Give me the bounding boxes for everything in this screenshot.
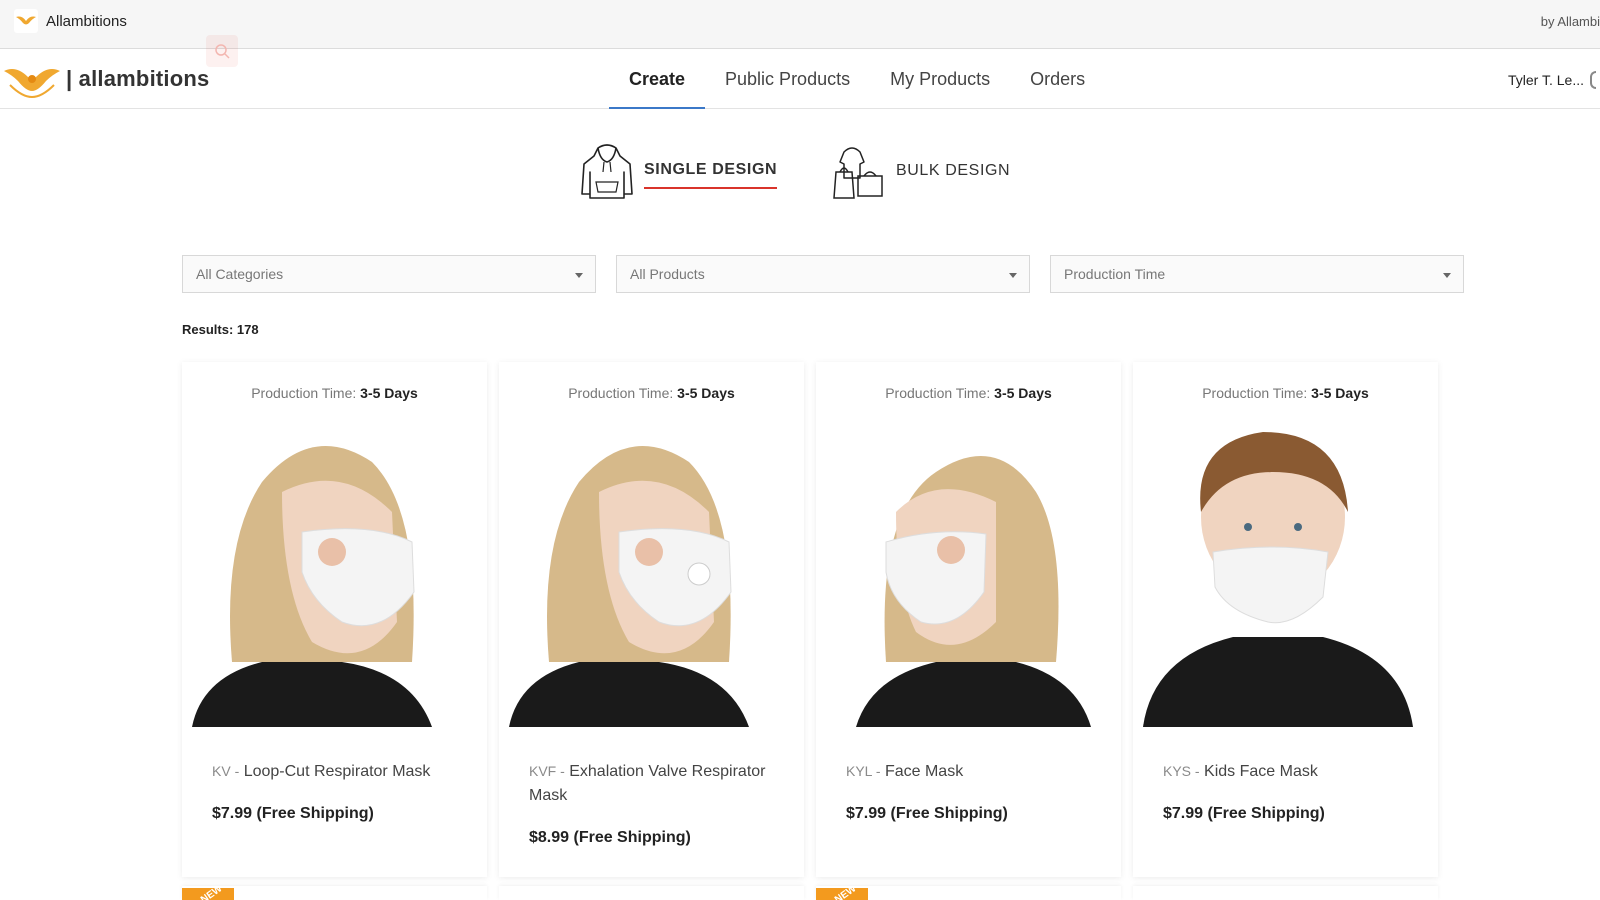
tab-create[interactable]: Create	[609, 49, 706, 109]
product-card[interactable]	[1133, 886, 1438, 900]
category-select-value: All Categories	[196, 266, 284, 282]
product-name: KV - Loop-Cut Respirator Mask	[212, 759, 462, 784]
eagle-logo-icon	[4, 69, 60, 99]
caret-down-icon	[1009, 273, 1017, 278]
product-select-value: All Products	[630, 266, 705, 282]
product-image	[509, 422, 794, 727]
production-time: Production Time: 3-5 Days	[1133, 385, 1438, 401]
production-time: Production Time: 3-5 Days	[182, 385, 487, 401]
results-count: Results: 178	[182, 322, 259, 337]
production-time-value: 3-5 Days	[677, 385, 735, 401]
product-code: KVF -	[529, 763, 565, 779]
category-select[interactable]: All Categories	[182, 255, 596, 293]
bulk-products-icon	[833, 147, 883, 199]
production-time-select[interactable]: Production Time	[1050, 255, 1464, 293]
user-menu[interactable]: Tyler T. Le...	[1508, 71, 1596, 89]
single-design-label: SINGLE DESIGN	[644, 153, 778, 189]
production-time-label: Production Time:	[251, 385, 357, 401]
product-image	[1143, 422, 1428, 727]
single-design-option[interactable]: SINGLE DESIGN	[580, 142, 778, 200]
product-price: $7.99 (Free Shipping)	[1163, 805, 1325, 822]
product-title: Loop-Cut Respirator Mask	[243, 763, 431, 780]
product-title: Face Mask	[884, 763, 964, 780]
product-card[interactable]	[499, 886, 804, 900]
production-time-select-value: Production Time	[1064, 266, 1166, 282]
search-icon	[215, 44, 230, 59]
product-code: KV -	[212, 763, 240, 779]
product-title: Kids Face Mask	[1204, 763, 1318, 780]
window-byline: by Allambi	[1540, 14, 1600, 29]
tab-public-products[interactable]: Public Products	[705, 49, 870, 109]
product-image	[192, 422, 477, 727]
product-code: KYL -	[846, 763, 881, 779]
production-time: Production Time: 3-5 Days	[816, 385, 1121, 401]
new-badge-label: NEW	[198, 888, 225, 900]
product-price: $7.99 (Free Shipping)	[846, 805, 1008, 822]
production-time-value: 3-5 Days	[994, 385, 1052, 401]
caret-down-icon	[1443, 273, 1451, 278]
production-time-value: 3-5 Days	[360, 385, 418, 401]
hoodie-icon	[581, 144, 633, 199]
new-badge: NEW	[816, 888, 868, 900]
product-price: $8.99 (Free Shipping)	[529, 829, 691, 846]
product-name: KVF - Exhalation Valve Respirator Mask	[529, 759, 779, 808]
main-nav-tabs: Create Public Products My Products Order…	[609, 49, 1105, 109]
product-price: $7.99 (Free Shipping)	[212, 805, 374, 822]
window-titlebar: Allambitions by Allambi	[0, 0, 1600, 49]
production-time-value: 3-5 Days	[1311, 385, 1369, 401]
brand-wordmark: | allambitions	[66, 66, 210, 91]
bulk-design-option[interactable]: BULK DESIGN	[830, 142, 1010, 200]
tab-my-products[interactable]: My Products	[870, 49, 1010, 109]
product-card[interactable]: Production Time: 3-5 Days KVF - Exhalati…	[499, 362, 804, 877]
new-badge-label: NEW	[832, 888, 859, 900]
production-time-label: Production Time:	[568, 385, 674, 401]
production-time: Production Time: 3-5 Days	[499, 385, 804, 401]
new-badge: NEW	[182, 888, 234, 900]
caret-down-icon	[575, 273, 583, 278]
window-title: Allambitions	[46, 13, 127, 30]
product-code: KYS -	[1163, 763, 1200, 779]
product-select[interactable]: All Products	[616, 255, 1030, 293]
user-name: Tyler T. Le...	[1508, 72, 1584, 88]
product-image	[826, 422, 1111, 727]
search-icon-button[interactable]	[206, 35, 238, 67]
brand-logo-link[interactable]: | allambitions	[2, 57, 209, 101]
app-logo-icon	[14, 9, 38, 33]
product-title: Exhalation Valve Respirator Mask	[529, 763, 766, 804]
top-navigation: | allambitions Create Public Products My…	[0, 35, 1600, 109]
product-card[interactable]: Production Time: 3-5 Days KYL - Face Mas…	[816, 362, 1121, 877]
production-time-label: Production Time:	[885, 385, 991, 401]
bulk-design-label: BULK DESIGN	[896, 162, 1011, 179]
production-time-label: Production Time:	[1202, 385, 1308, 401]
avatar	[1590, 71, 1596, 89]
product-name: KYL - Face Mask	[846, 759, 1096, 784]
tab-orders[interactable]: Orders	[1010, 49, 1105, 109]
product-name: KYS - Kids Face Mask	[1163, 759, 1413, 784]
product-card[interactable]: Production Time: 3-5 Days KYS - Kids Fac…	[1133, 362, 1438, 877]
product-card[interactable]: Production Time: 3-5 Days KV - Loop-Cut …	[182, 362, 487, 877]
